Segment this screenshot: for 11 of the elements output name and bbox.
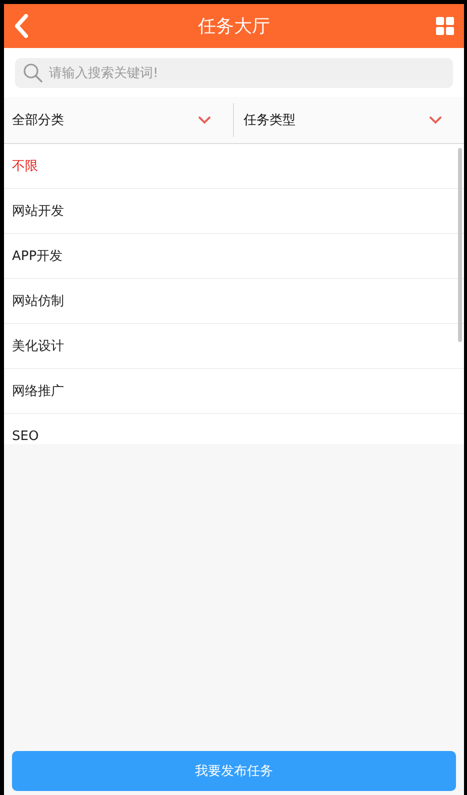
scrollbar[interactable]: [458, 148, 462, 342]
filter-dropdown[interactable]: 任务类型: [232, 103, 464, 137]
chevron-down-icon: [429, 116, 442, 124]
search-field[interactable]: 请输入搜索关键词!: [15, 58, 453, 88]
category-option[interactable]: SEO: [4, 414, 464, 444]
grid-menu-icon[interactable]: [436, 17, 454, 35]
back-icon[interactable]: [13, 14, 29, 38]
page-title: 任务大厅: [198, 15, 270, 38]
category-option[interactable]: 网络推广: [4, 369, 464, 414]
chevron-down-icon: [198, 116, 210, 124]
filter-dropdown[interactable]: 全部分类: [4, 97, 232, 143]
